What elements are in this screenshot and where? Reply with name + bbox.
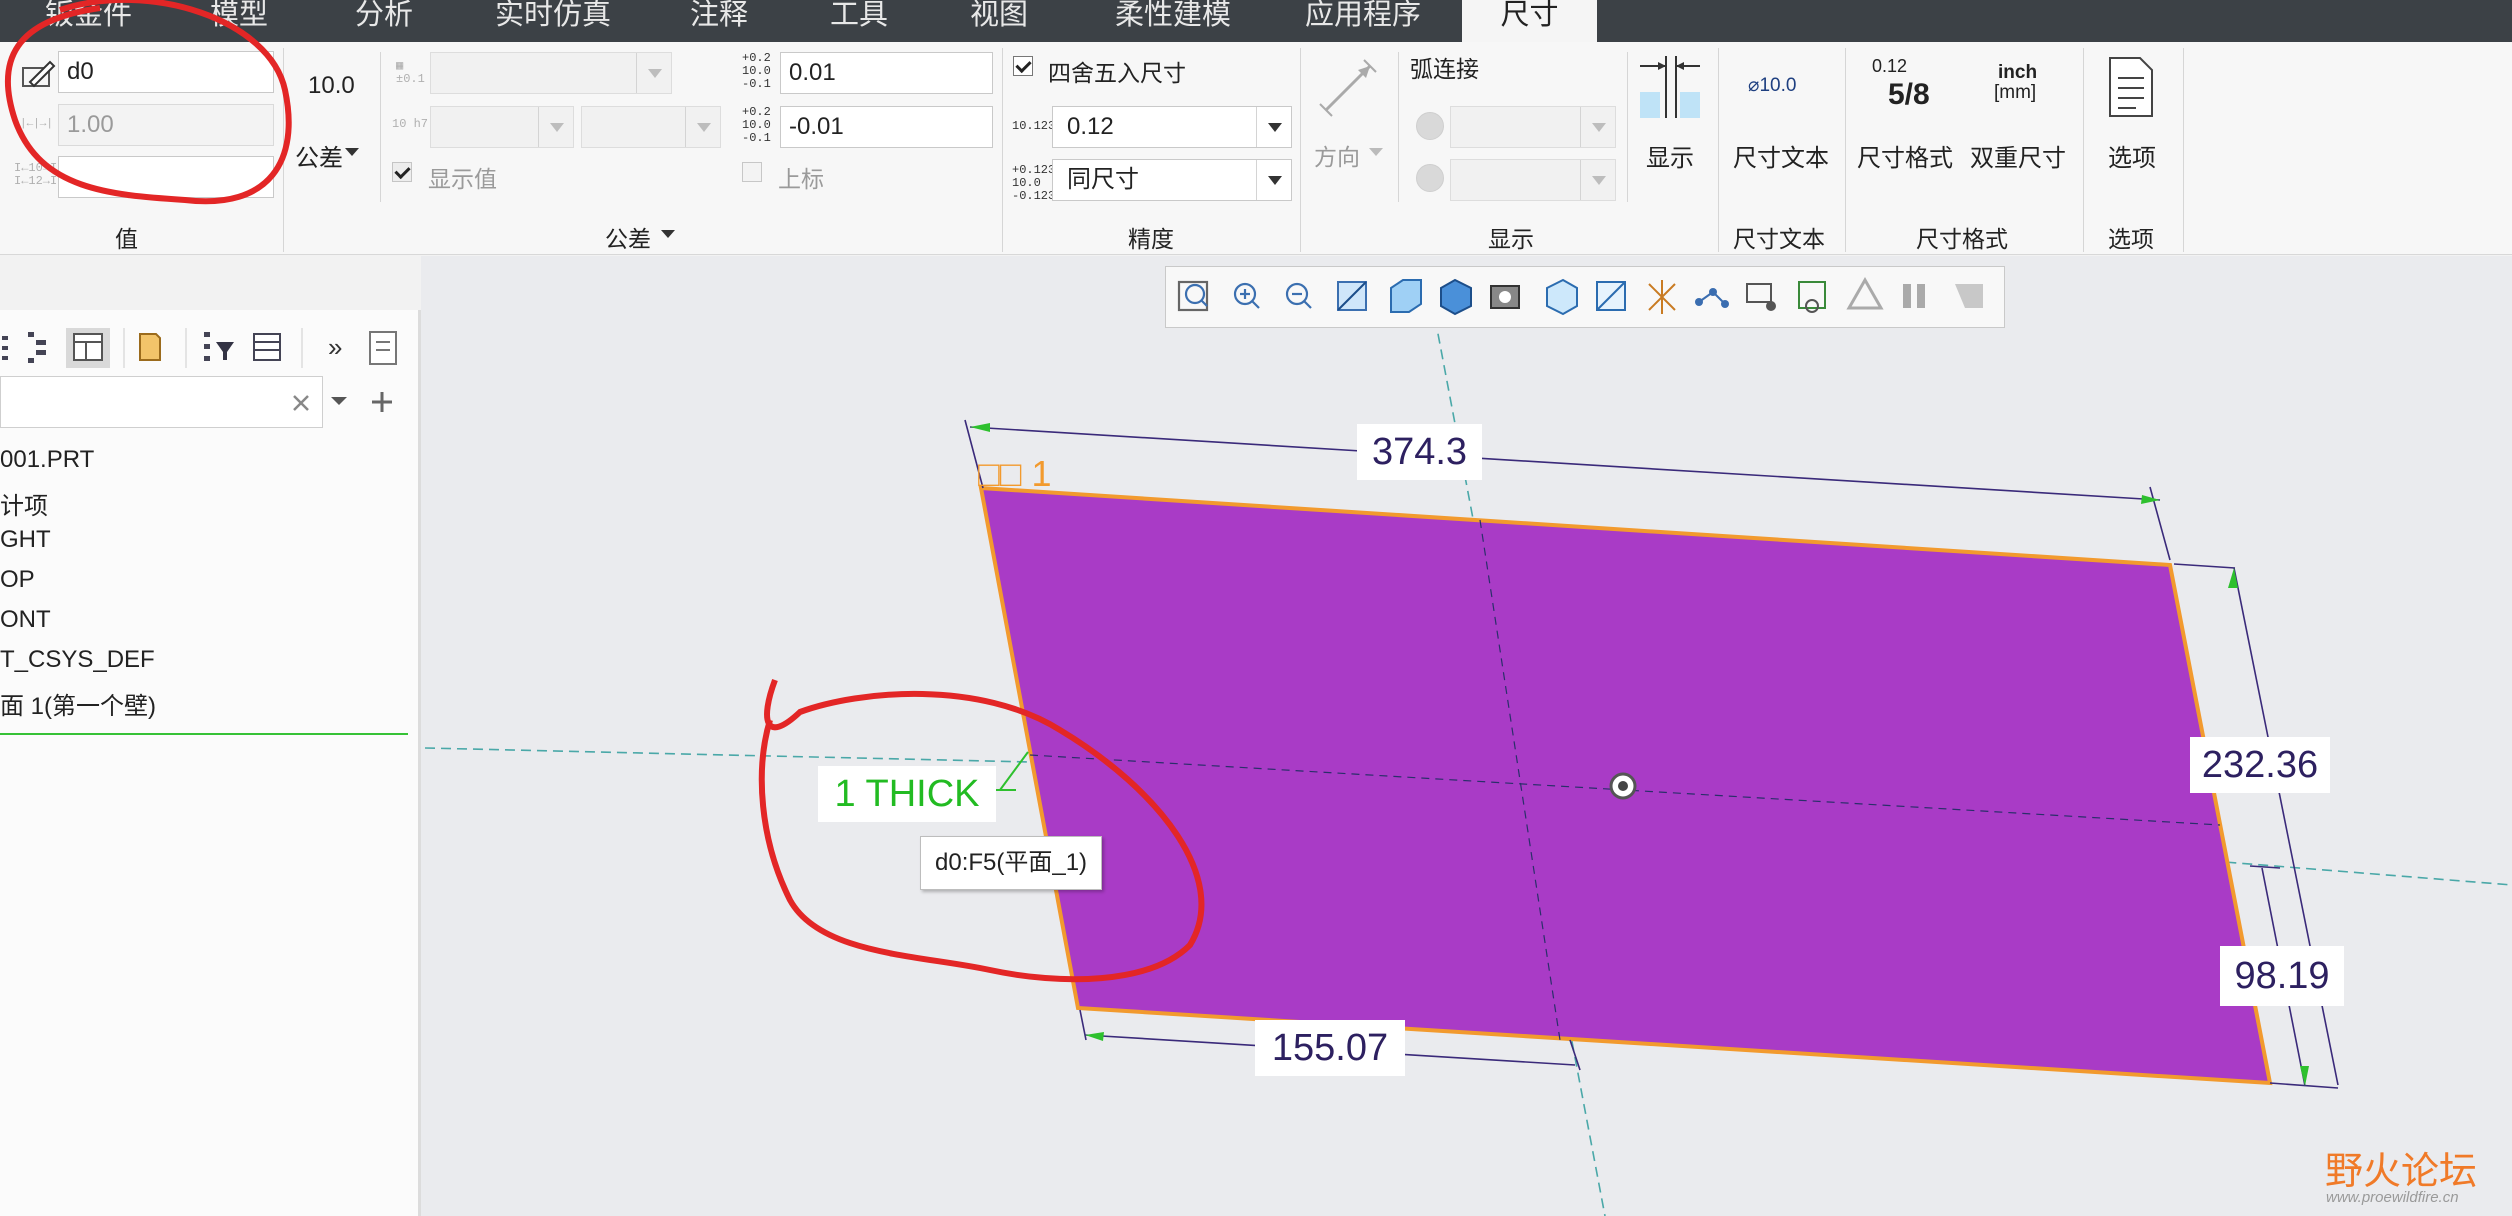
dimension-232-36[interactable]: 232.36 xyxy=(2190,737,2330,793)
feature-label: □□ 1 xyxy=(978,453,1052,494)
dimension-98-19[interactable]: 98.19 xyxy=(2220,946,2344,1006)
thickness-dimension[interactable]: 1 THICK xyxy=(818,766,996,822)
watermark-url: www.proewildfire.cn xyxy=(2326,1189,2459,1206)
dimension-374-3[interactable]: 374.3 xyxy=(1357,424,1482,480)
watermark-logo: 野火论坛 xyxy=(2325,1151,2478,1193)
view-toolbar-icons xyxy=(1177,276,1983,316)
dimension-tooltip: d0:F5(平面_1) xyxy=(920,836,1103,890)
dimension-155-07[interactable]: 155.07 xyxy=(1255,1020,1405,1076)
